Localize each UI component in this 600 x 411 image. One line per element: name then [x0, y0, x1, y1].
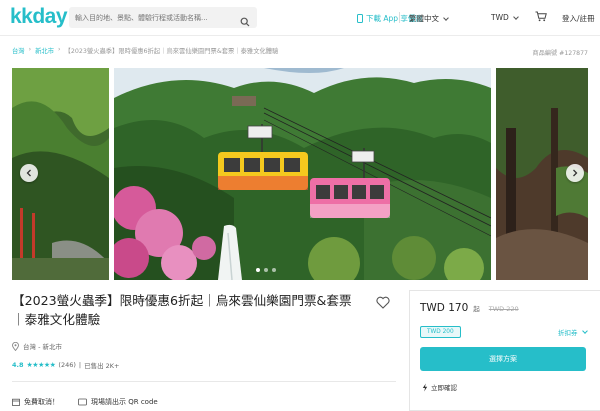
booking-panel: TWD 170 起 TWD 220 TWD 200 折扣券 選擇方案 立即確認	[409, 290, 600, 411]
gallery-next-button[interactable]	[566, 164, 584, 182]
gallery-pagination	[256, 268, 276, 272]
top-header: kkday 下載 App 享優惠 繁體中文 TWD 登入/註冊	[0, 0, 600, 36]
breadcrumb-current: 【2023螢火蟲季】限時優惠6折起｜烏來雲仙樂園門票&套票｜泰雅文化體驗	[64, 48, 279, 55]
chevron-down-icon	[443, 14, 449, 21]
section-divider	[12, 381, 396, 382]
price-row: TWD 170 起 TWD 220	[420, 302, 519, 314]
chevron-down-icon	[581, 328, 588, 334]
cart-icon[interactable]	[535, 11, 547, 22]
gallery-image-main[interactable]	[114, 68, 491, 280]
header-divider	[399, 12, 400, 23]
breadcrumb-separator: ›	[58, 46, 61, 53]
photo-gallery[interactable]	[12, 68, 588, 280]
heart-icon[interactable]	[376, 294, 390, 313]
instant-confirm-label: 立即確認	[431, 384, 457, 392]
rating-separator: |	[78, 361, 82, 369]
calendar-icon	[12, 398, 20, 406]
language-selector[interactable]: 繁體中文	[409, 13, 449, 24]
breadcrumb-city[interactable]: 新北市	[35, 46, 54, 55]
rating-score: 4.8	[12, 361, 24, 369]
discount-label: 折扣券	[558, 329, 578, 337]
lightning-icon	[422, 383, 428, 391]
feature-qr-code-label: 現場請出示 QR code	[91, 398, 158, 406]
location-label: 台灣 - 新北市	[23, 343, 62, 351]
search-bar[interactable]	[69, 7, 257, 28]
product-title: 【2023螢火蟲季】限時優惠6折起｜烏來雲仙樂園門票&套票｜泰雅文化體驗	[12, 293, 352, 327]
pagination-dot[interactable]	[272, 268, 276, 272]
rating-stars-icon: ★★★★★	[26, 361, 56, 369]
search-icon[interactable]	[240, 12, 250, 31]
search-input[interactable]	[75, 10, 235, 25]
select-plan-button[interactable]: 選擇方案	[420, 347, 586, 371]
instant-confirm: 立即確認	[422, 382, 457, 392]
pagination-dot[interactable]	[264, 268, 268, 272]
sold-count: 已售出 2K+	[84, 362, 120, 370]
ticket-icon	[78, 398, 87, 406]
feature-free-cancel: 免費取消！	[12, 397, 59, 407]
product-number: 商品編號 #127877	[532, 50, 588, 57]
location-pin-icon	[12, 341, 19, 351]
discount-coupon-link[interactable]: 折扣券	[558, 327, 588, 337]
price-unit: 起	[473, 305, 480, 313]
currency-label: TWD	[491, 13, 509, 22]
product-location: 台灣 - 新北市	[12, 341, 62, 351]
login-link[interactable]: 登入/註冊	[562, 13, 595, 24]
chevron-down-icon	[512, 13, 519, 20]
product-rating: 4.8 ★★★★★ (246) | 已售出 2K+	[12, 360, 120, 370]
original-price: TWD 220	[488, 305, 519, 313]
price-badge: TWD 200	[420, 326, 461, 338]
breadcrumb: 台灣 › 新北市 › 【2023螢火蟲季】限時優惠6折起｜烏來雲仙樂園門票&套票…	[12, 46, 278, 55]
chevron-left-icon	[26, 169, 31, 177]
breadcrumb-separator: ›	[28, 46, 32, 53]
feature-qr-code: 現場請出示 QR code	[78, 397, 158, 407]
phone-icon	[357, 14, 363, 23]
chevron-right-icon	[573, 169, 578, 177]
kkday-logo[interactable]: kkday	[10, 5, 68, 29]
pagination-dot[interactable]	[256, 268, 260, 272]
gallery-prev-button[interactable]	[20, 164, 38, 182]
currency-selector[interactable]: TWD	[491, 13, 519, 22]
breadcrumb-region[interactable]: 台灣	[12, 46, 25, 55]
review-count[interactable]: (246)	[58, 361, 75, 369]
current-price: TWD 170	[420, 302, 469, 314]
feature-free-cancel-label: 免費取消！	[24, 398, 59, 406]
language-label: 繁體中文	[409, 14, 439, 23]
